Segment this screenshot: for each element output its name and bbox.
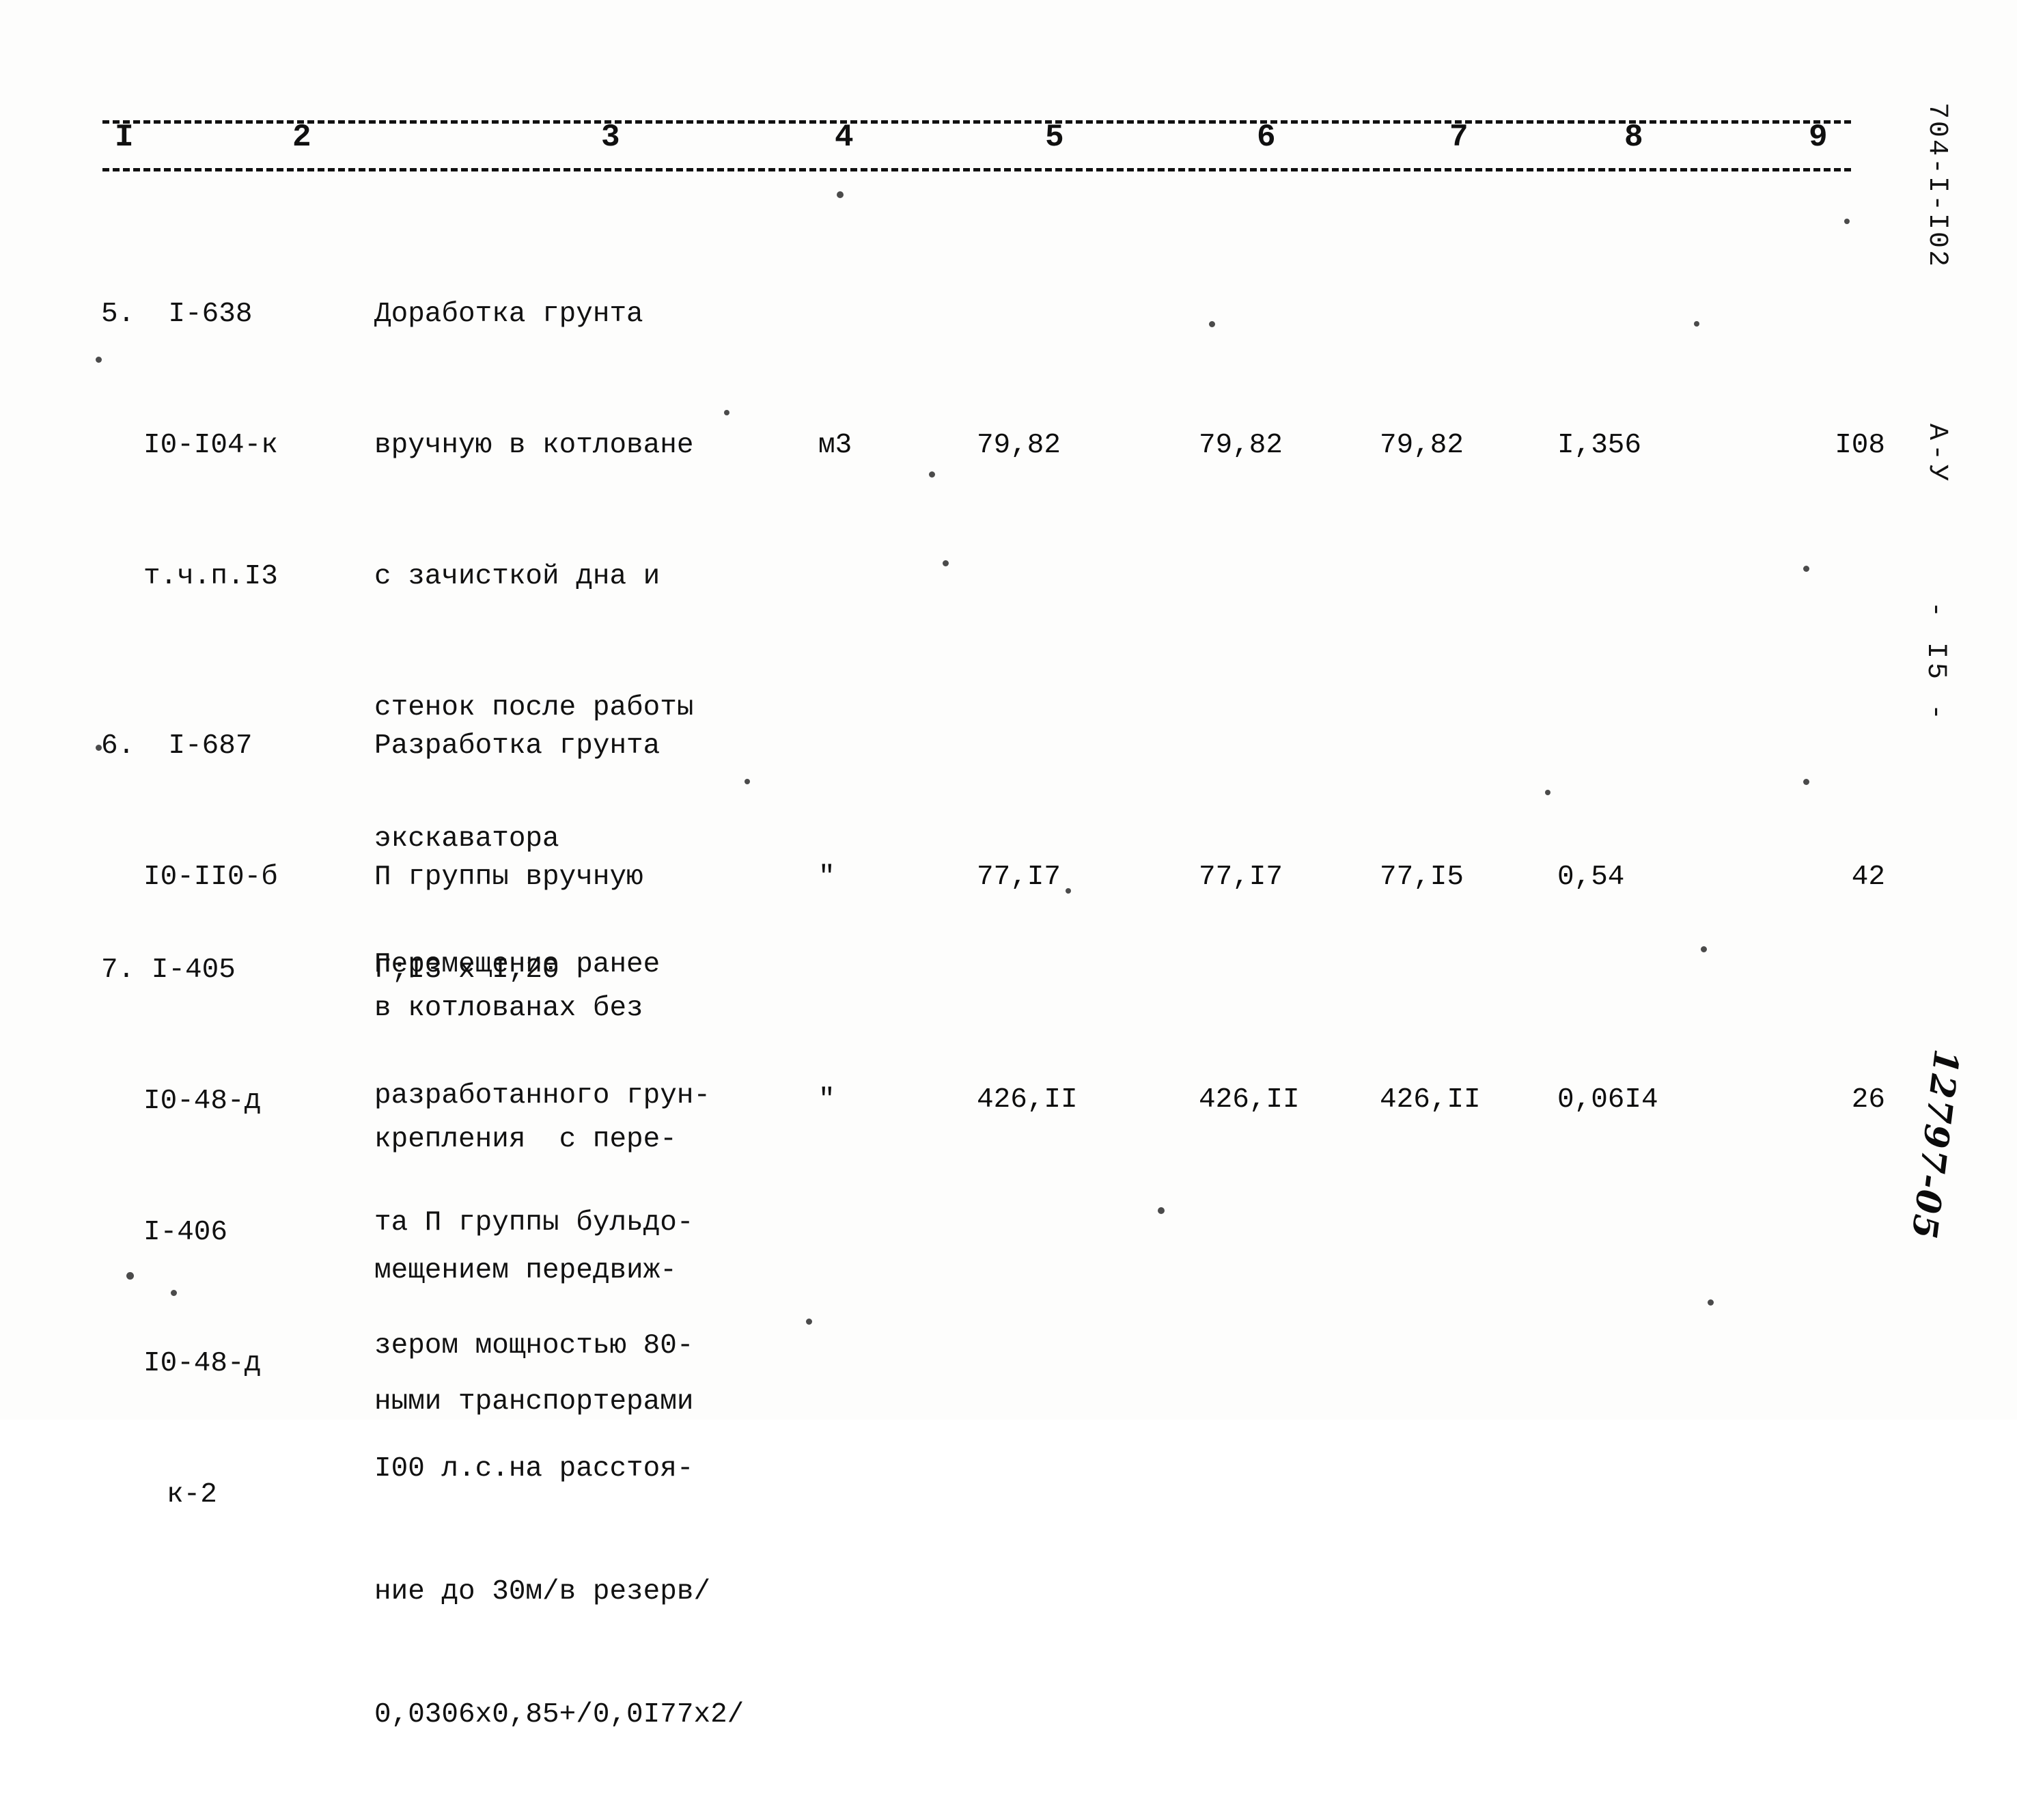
row-unit-cell: м3 [818, 430, 852, 461]
column-header-9: 9 [1809, 120, 1828, 155]
column-header-7: 7 [1449, 120, 1469, 155]
row-description-cell: Перемещение ранее разработанного грун- т… [374, 855, 811, 1820]
scan-speck [1158, 1207, 1165, 1214]
margin-document-code: 704-I-I02 [1921, 102, 1952, 269]
description-line: Разработка грунта [374, 730, 660, 762]
table-row: 7. I-405 I0-48-д I-406 I0-48-д к-2 Перем… [0, 799, 2017, 1731]
row-value-col9: 26 [1851, 1084, 1885, 1116]
row-value-col5: 426,II [977, 1084, 1078, 1116]
description-line: Перемещение ранее [374, 949, 660, 980]
description-line: Доработка грунта [374, 299, 643, 330]
scan-speck [1701, 946, 1707, 952]
margin-page-number: - I5 - [1920, 601, 1951, 725]
row-value-col7: 79,82 [1380, 430, 1464, 461]
description-line: та П группы бульдо- [374, 1207, 694, 1239]
row-unit-cell: " [818, 1084, 835, 1116]
row-value-col5: 79,82 [977, 430, 1061, 461]
scan-speck [1844, 219, 1850, 224]
description-line: ние до 30м/в резерв/ [374, 1576, 711, 1608]
margin-series-code: А-У [1921, 424, 1952, 486]
column-header-8: 8 [1624, 120, 1644, 155]
description-formula: 0,0306х0,85+/0,0I77х2/ [374, 1699, 745, 1731]
table-row: 6. I-687 I0-II0-б Разработка грунта П гр… [0, 471, 2017, 1418]
scan-speck [171, 1290, 177, 1296]
scan-speck [1545, 790, 1550, 795]
scan-speck [745, 779, 750, 784]
row-code-line: 6. I-687 [101, 730, 253, 762]
row-code-cell: 7. I-405 I0-48-д I-406 I0-48-д к-2 [101, 861, 374, 1604]
scan-speck [806, 1319, 812, 1325]
header-dashed-rule-top [102, 120, 1851, 124]
row-code-line: 5. I-638 [101, 299, 253, 330]
header-dashed-rule-bottom [102, 168, 1851, 171]
row-code-line: к-2 [167, 1479, 217, 1511]
row-code-line: I-406 [143, 1217, 228, 1248]
column-header-1: I [115, 120, 135, 155]
column-header-5: 5 [1045, 120, 1065, 155]
description-line: зером мощностью 80- [374, 1330, 694, 1362]
column-header-3: 3 [601, 120, 621, 155]
row-code-line: I0-48-д [143, 1348, 262, 1379]
scan-speck [724, 410, 729, 415]
description-line: вручную в котловане [374, 430, 694, 461]
scan-speck [96, 745, 102, 751]
scan-speck [1209, 321, 1215, 327]
column-header-6: 6 [1257, 120, 1277, 155]
scan-speck [1694, 321, 1699, 327]
row-value-col6: 79,82 [1199, 430, 1283, 461]
column-header-2: 2 [292, 120, 312, 155]
row-code-line: 7. I-405 [101, 954, 236, 986]
row-code-line: I0-I04-к [143, 430, 278, 461]
scan-speck [1803, 566, 1809, 572]
description-line: разработанного грун- [374, 1080, 711, 1112]
row-value-col8: 0,06I4 [1557, 1084, 1658, 1116]
scanned-page: I 2 3 4 5 6 7 8 9 5. I-638 I0-I04-к т.ч.… [0, 0, 2017, 1731]
scan-speck [96, 357, 102, 363]
table-row: 5. I-638 I0-I04-к т.ч.п.I3 Доработка гру… [0, 205, 2017, 986]
scan-speck [1708, 1299, 1714, 1306]
row-code-line: I0-48-д [143, 1086, 262, 1117]
row-value-col8: I,356 [1557, 430, 1642, 461]
scan-speck [126, 1272, 134, 1280]
description-line: I00 л.с.на расстоя- [374, 1453, 694, 1485]
scan-speck [943, 560, 949, 566]
column-header-4: 4 [835, 120, 854, 155]
scan-speck [1803, 779, 1809, 785]
estimate-table: 5. I-638 I0-I04-к т.ч.п.I3 Доработка гру… [0, 205, 2017, 1731]
row-value-col9: I08 [1835, 430, 1885, 461]
scan-speck [1066, 888, 1071, 894]
row-value-col7: 426,II [1380, 1084, 1481, 1116]
scan-speck [837, 191, 844, 198]
scan-speck [929, 471, 935, 478]
row-value-col6: 426,II [1199, 1084, 1300, 1116]
